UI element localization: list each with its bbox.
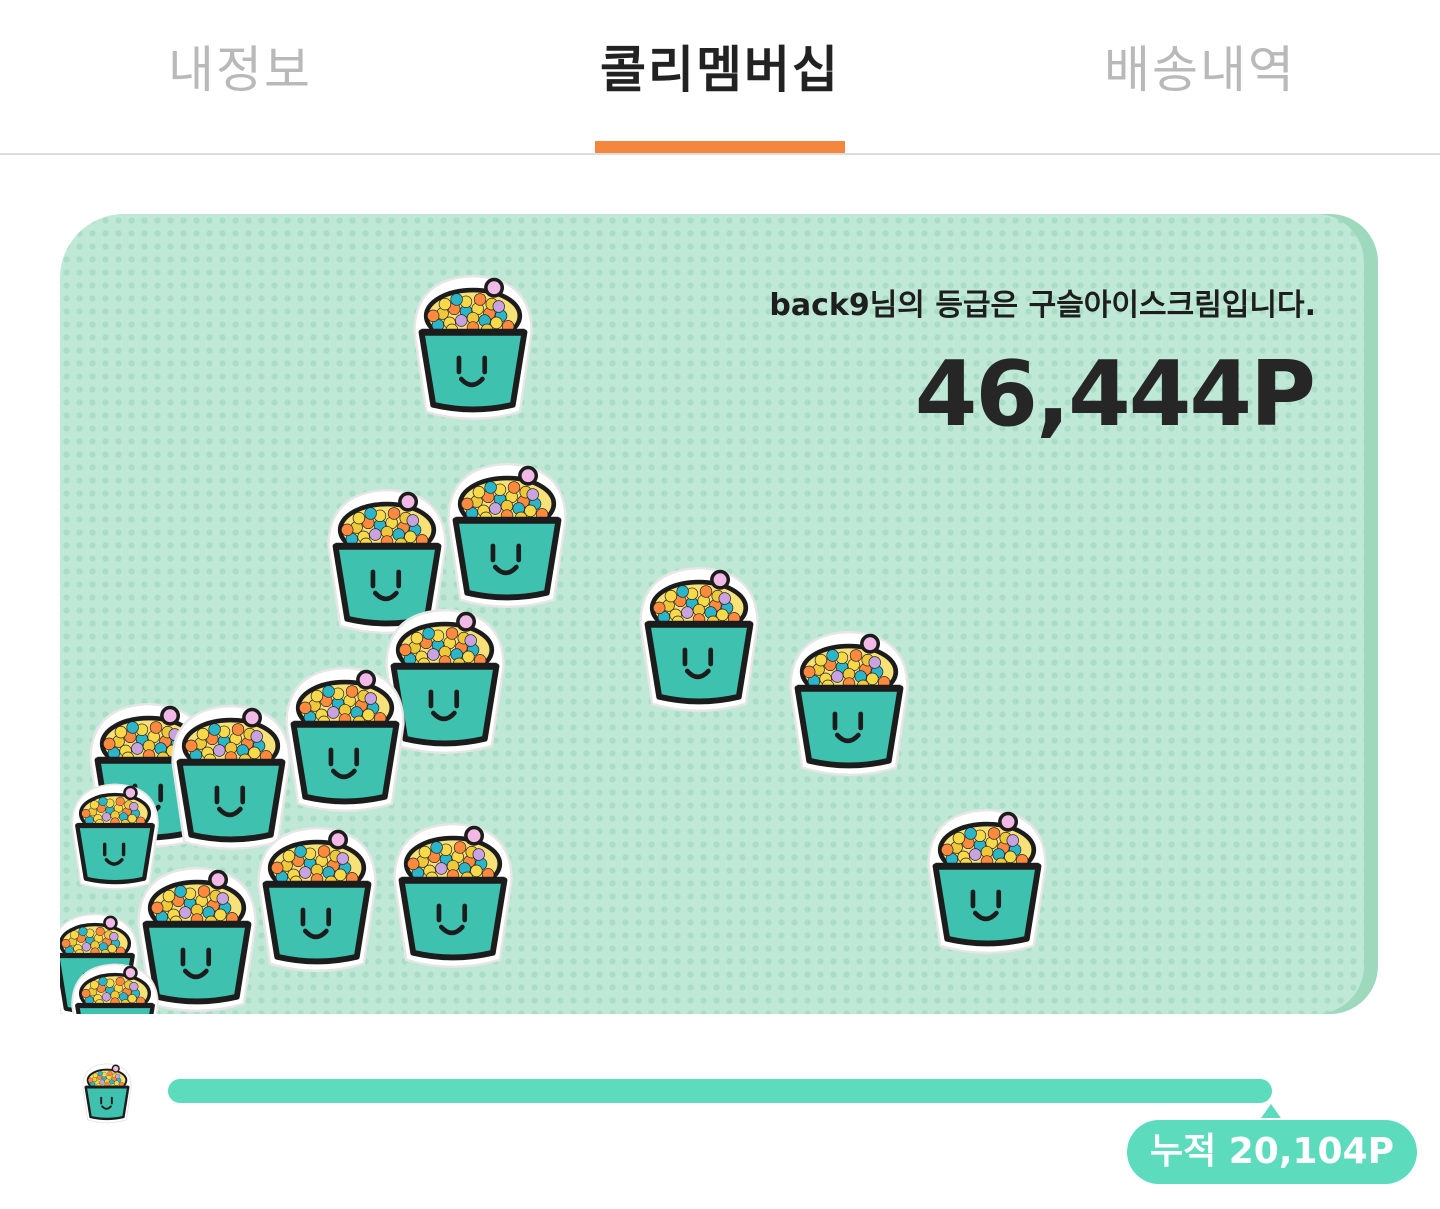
progress-track <box>168 1079 1272 1103</box>
icecream-cup-icon <box>378 810 528 975</box>
tab-membership[interactable]: 콜리멤버십 <box>520 30 920 102</box>
icecream-cup-icon <box>912 796 1062 961</box>
points-total: 46,444P <box>914 342 1316 447</box>
progress-fill <box>168 1079 1272 1103</box>
progress-pointer <box>1261 1104 1281 1118</box>
tab-bar: 내정보 콜리멤버십 배송내역 <box>0 0 1440 155</box>
icecream-cup-icon <box>774 618 924 783</box>
membership-card: back9님의 등급은 구슬아이스크림입니다. 46,444P <box>60 214 1378 1014</box>
grade-message: back9님의 등급은 구슬아이스크림입니다. <box>769 288 1316 323</box>
icecream-cup-icon <box>60 954 170 1014</box>
bead-icecream-cup-icon <box>76 1058 140 1124</box>
icecream-cup-icon <box>398 262 548 427</box>
active-tab-indicator <box>595 141 845 153</box>
icecream-cup-icon <box>60 774 170 895</box>
tab-delivery-history[interactable]: 배송내역 <box>1000 30 1400 102</box>
tab-my-info[interactable]: 내정보 <box>40 30 440 102</box>
accumulated-points-badge: 누적 20,104P <box>1127 1120 1417 1184</box>
icecream-cup-icon <box>624 554 774 719</box>
